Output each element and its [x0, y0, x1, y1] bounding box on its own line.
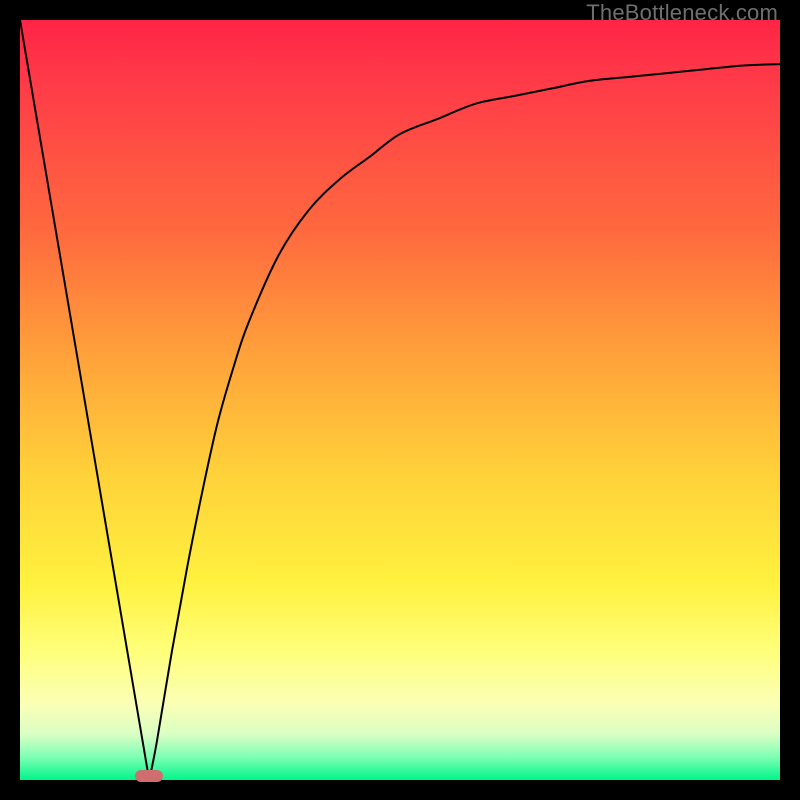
bottleneck-curve [20, 20, 780, 780]
curve-path [20, 20, 780, 780]
watermark-text: TheBottleneck.com [586, 0, 778, 26]
chart-frame [20, 20, 780, 780]
notch-marker [135, 770, 163, 782]
